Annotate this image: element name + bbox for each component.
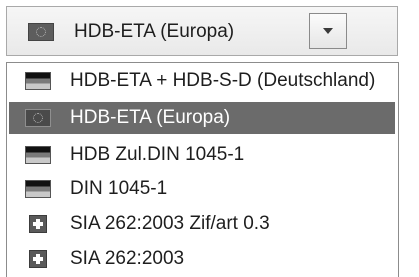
- option-label: HDB-ETA (Europa): [70, 107, 231, 128]
- option-label: HDB-ETA + HDB-S-D (Deutschland): [70, 70, 376, 91]
- germany-flag-icon: [26, 147, 50, 163]
- option-sia-262-2003-zif-art-0-3[interactable]: SIA 262:2003 Zif/art 0.3: [9, 208, 395, 240]
- option-din-1045-1[interactable]: DIN 1045-1: [9, 173, 395, 205]
- option-hdb-eta-europa[interactable]: HDB-ETA (Europa): [9, 102, 395, 134]
- design-code-combobox[interactable]: HDB-ETA (Europa): [6, 6, 398, 56]
- option-hdb-zul-din-1045-1[interactable]: HDB Zul.DIN 1045-1: [9, 139, 395, 171]
- option-label: SIA 262:2003: [70, 248, 185, 269]
- germany-flag-icon: [26, 181, 50, 197]
- switzerland-flag-icon: [30, 251, 46, 267]
- option-label: HDB Zul.DIN 1045-1: [70, 144, 245, 165]
- option-sia-262-2003[interactable]: SIA 262:2003: [9, 243, 395, 275]
- design-code-selector: HDB-ETA (Europa) HDB-ETA + HDB-S-D (Deut…: [0, 0, 419, 277]
- option-label: SIA 262:2003 Zif/art 0.3: [70, 213, 270, 234]
- dropdown-list: HDB-ETA + HDB-S-D (Deutschland) HDB-ETA …: [6, 62, 399, 277]
- dropdown-toggle-button[interactable]: [309, 13, 347, 49]
- combo-selected-label: HDB-ETA (Europa): [74, 21, 235, 42]
- option-hdb-eta-hdb-s-d-deutschland[interactable]: HDB-ETA + HDB-S-D (Deutschland): [9, 65, 395, 97]
- eu-flag-icon: [26, 110, 50, 126]
- switzerland-flag-icon: [30, 216, 46, 232]
- chevron-down-icon: [323, 28, 333, 34]
- germany-flag-icon: [26, 73, 50, 89]
- eu-flag-icon: [29, 24, 53, 40]
- option-label: DIN 1045-1: [70, 178, 168, 199]
